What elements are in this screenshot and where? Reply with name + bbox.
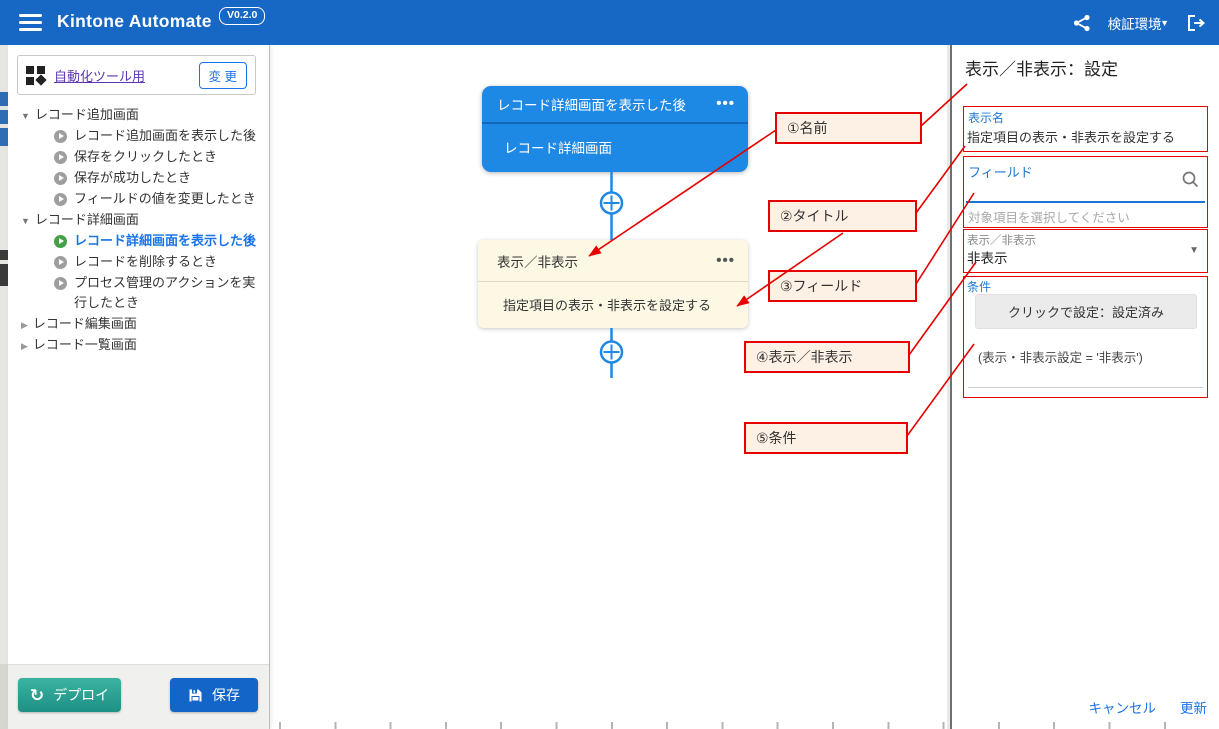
condition-set-button[interactable]: クリックで設定：設定済み — [975, 294, 1197, 329]
annotation-title: ②タイトル — [768, 200, 917, 232]
version-badge: V0.2.0 — [219, 7, 265, 25]
circle-play-icon — [54, 172, 67, 185]
visibility-value[interactable]: 非表示 — [967, 247, 1008, 267]
field-select-group: フィールド 対象項目を選択してください — [963, 156, 1208, 228]
environment-label: 検証環境 — [1108, 13, 1162, 33]
circle-play-icon — [54, 256, 67, 269]
dropdown-caret-icon[interactable]: ▼ — [1189, 245, 1199, 256]
change-app-button[interactable]: 変 更 — [199, 62, 247, 89]
event-tree: レコード追加画面 レコード追加画面を表示した後 保存をクリックしたとき 保存が成… — [8, 105, 269, 356]
condition-group: 条件 クリックで設定：設定済み (表示・非表示設定 = '非表示') — [963, 276, 1208, 398]
tree-group-record-edit[interactable]: レコード編集画面 — [8, 314, 269, 334]
panel-title: 表示／非表示：設定 — [965, 55, 1118, 80]
hamburger-icon[interactable] — [19, 14, 42, 31]
field-helper-text: 対象項目を選択してください — [968, 207, 1130, 226]
visibility-label: 表示／非表示 — [967, 232, 1036, 248]
tree-group-record-detail[interactable]: レコード詳細画面 — [8, 210, 269, 230]
node-title: 表示／非表示 — [497, 251, 578, 271]
circle-play-icon — [54, 151, 67, 164]
sidebar: 自動化ツール用 変 更 レコード追加画面 レコード追加画面を表示した後 保存をク… — [8, 45, 270, 729]
circle-play-icon — [54, 235, 67, 248]
display-name-value[interactable]: 指定項目の表示・非表示を設定する — [967, 127, 1175, 146]
tree-group-record-add[interactable]: レコード追加画面 — [8, 105, 269, 125]
app-grid-icon — [26, 66, 45, 85]
input-underline — [966, 201, 1205, 203]
save-button[interactable]: 保存 — [170, 678, 258, 712]
visibility-select-group: 表示／非表示 非表示 ▼ — [963, 229, 1208, 273]
tree-item-active[interactable]: レコード詳細画面を表示した後 — [8, 231, 269, 251]
node-subtitle: 指定項目の表示・非表示を設定する — [503, 295, 711, 314]
deploy-button[interactable]: ↻ デプロイ — [18, 678, 121, 712]
cancel-button[interactable]: キャンセル — [1089, 697, 1157, 717]
field-search-input[interactable] — [966, 179, 1174, 201]
app-selector-box: 自動化ツール用 変 更 — [17, 55, 256, 95]
share-icon[interactable] — [1072, 13, 1092, 33]
app-name-link[interactable]: 自動化ツール用 — [54, 66, 145, 85]
circle-play-icon — [54, 193, 67, 206]
condition-divider — [968, 387, 1203, 388]
annotation-visibility: ④表示／非表示 — [744, 341, 910, 373]
logout-icon[interactable] — [1185, 13, 1207, 33]
settings-panel: 表示／非表示：設定 表示名 指定項目の表示・非表示を設定する フィールド 対象項… — [952, 45, 1219, 729]
bottom-tick-marks — [279, 722, 1179, 729]
more-menu-icon[interactable]: ••• — [716, 101, 735, 107]
condition-expression: (表示・非表示設定 = '非表示') — [978, 347, 1143, 366]
tree-item[interactable]: 保存が成功したとき — [8, 168, 269, 188]
chevron-down-icon: ▼ — [1160, 18, 1169, 28]
tree-item[interactable]: プロセス管理のアクションを実行したとき — [8, 273, 269, 313]
node-title: レコード詳細画面を表示した後 — [497, 94, 686, 114]
display-name-field-group: 表示名 指定項目の表示・非表示を設定する — [963, 106, 1208, 152]
tree-item[interactable]: 保存をクリックしたとき — [8, 147, 269, 167]
more-menu-icon[interactable]: ••• — [716, 258, 735, 264]
flow-node-action[interactable]: 表示／非表示 ••• 指定項目の表示・非表示を設定する — [478, 240, 748, 328]
annotation-condition: ⑤条件 — [744, 422, 908, 454]
display-name-label: 表示名 — [968, 109, 1004, 126]
tree-group-record-list[interactable]: レコード一覧画面 — [8, 335, 269, 355]
tree-item[interactable]: レコードを削除するとき — [8, 252, 269, 272]
app-title: Kintone Automate — [57, 11, 212, 32]
sidebar-footer: ↻ デプロイ 保存 — [8, 664, 269, 729]
node-subtitle: レコード詳細画面 — [504, 137, 612, 157]
condition-label: 条件 — [967, 278, 991, 295]
tree-item[interactable]: フィールドの値を変更したとき — [8, 189, 269, 209]
annotation-field: ③フィールド — [768, 270, 917, 302]
annotation-name: ①名前 — [775, 112, 922, 144]
window-edge-strip — [0, 45, 8, 729]
update-button[interactable]: 更新 — [1180, 697, 1207, 717]
flow-node-trigger[interactable]: レコード詳細画面を表示した後 ••• レコード詳細画面 — [482, 86, 748, 172]
tree-item[interactable]: レコード追加画面を表示した後 — [8, 126, 269, 146]
circle-play-icon — [54, 277, 67, 290]
refresh-icon: ↻ — [30, 687, 44, 704]
floppy-icon — [188, 688, 203, 703]
circle-play-icon — [54, 130, 67, 143]
environment-dropdown[interactable]: 検証環境 ▼ — [1108, 13, 1169, 33]
search-icon[interactable] — [1181, 170, 1200, 189]
app-header: Kintone Automate V0.2.0 検証環境 ▼ — [0, 0, 1219, 45]
